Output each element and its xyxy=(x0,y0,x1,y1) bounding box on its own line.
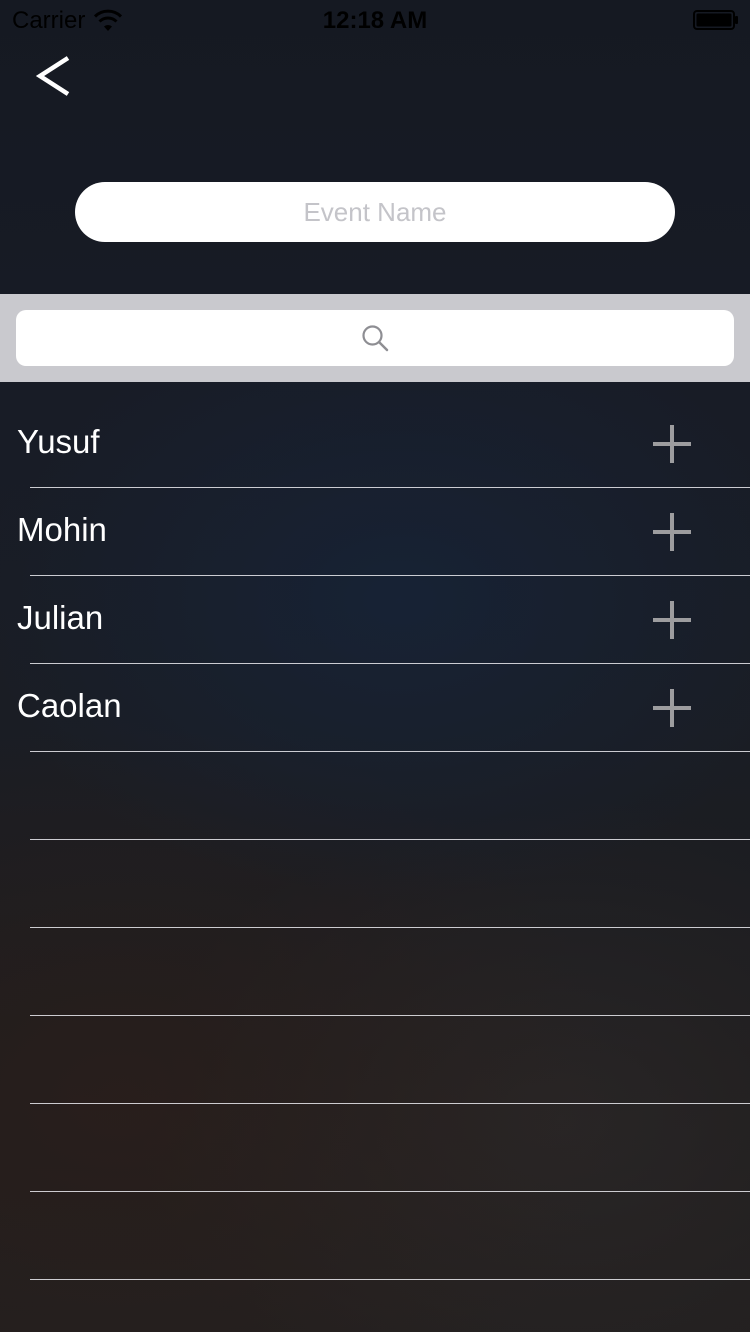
contact-name: Yusuf xyxy=(17,423,100,460)
add-contact-button[interactable] xyxy=(648,508,696,556)
search-bar xyxy=(0,294,750,382)
empty-row xyxy=(0,928,750,1016)
empty-row xyxy=(0,1016,750,1104)
contact-row[interactable]: Mohin xyxy=(0,488,750,576)
search-icon xyxy=(362,325,389,352)
empty-row xyxy=(0,752,750,840)
contact-row[interactable]: Caolan xyxy=(0,664,750,752)
empty-row xyxy=(0,840,750,928)
empty-row xyxy=(0,1192,750,1280)
back-button[interactable] xyxy=(28,48,88,108)
add-contact-button[interactable] xyxy=(648,596,696,644)
search-input[interactable] xyxy=(16,310,734,366)
status-bar: Carrier 12:18 AM xyxy=(0,0,750,40)
contact-row[interactable]: Yusuf xyxy=(0,400,750,488)
contact-name: Caolan xyxy=(17,687,122,724)
event-name-field[interactable] xyxy=(75,182,675,242)
contact-row[interactable]: Julian xyxy=(0,576,750,664)
status-time: 12:18 AM xyxy=(322,7,428,34)
row-separator xyxy=(30,1279,750,1280)
empty-row xyxy=(0,1104,750,1192)
contact-list: Yusuf Mohin Julian Caolan xyxy=(0,400,750,1280)
add-contact-button[interactable] xyxy=(648,684,696,732)
battery-icon xyxy=(693,10,738,30)
contact-name: Mohin xyxy=(17,511,107,548)
back-chevron-icon xyxy=(35,56,70,96)
contact-name: Julian xyxy=(17,599,104,636)
add-contact-button[interactable] xyxy=(648,420,696,468)
